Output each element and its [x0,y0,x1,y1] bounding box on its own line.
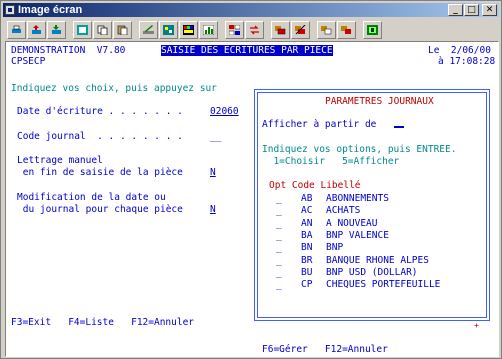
date-field[interactable]: 02060 [210,106,239,117]
emulator-window: Image écran _ □ ✕ DEMONSTRATION V7.80 CP… [0,0,502,359]
settings-icon[interactable] [337,21,356,39]
session-icon[interactable] [317,21,336,39]
date-label: Date d'écriture . . . . . . . [17,106,183,117]
row-code: AB [301,193,313,204]
row-label: ACHATS [326,205,361,217]
title-bar: Image écran _ □ ✕ [3,3,499,17]
row-code: BA [301,229,313,241]
row-label: BNP [326,242,344,254]
row-option-field[interactable]: _ [276,205,282,216]
screen-time: à 17:08:28 [438,56,496,67]
edit-icon[interactable] [139,21,158,39]
modif-field[interactable]: N [210,204,216,215]
minimize-button[interactable]: _ [448,4,463,16]
row-code: BU [301,266,313,278]
popup-footer: F6=Gérer F12=Annuler [262,344,388,355]
more-indicator: + [474,321,479,330]
journal-field[interactable]: __ [210,131,221,142]
popup-instruction: Indiquez vos options, puis ENTREE. [262,144,457,155]
show-from-label: Afficher à partir de [262,119,377,130]
screen-title: SAISIE DES ECRITURES PAR PIECE [161,45,333,56]
popup-options: 1=Choisir 5=Afficher [262,156,400,167]
modif-label-2: du journal pour chaque pièce [17,204,183,215]
show-from-field[interactable] [394,119,404,130]
row-option-field[interactable]: _ [276,230,282,241]
print-icon[interactable] [7,21,26,39]
function-keys: F3=Exit F4=Liste F12=Annuler [11,317,195,328]
row-code: CP [301,279,313,291]
row-label: ABONNEMENTS [326,193,389,204]
window-controls: _ □ ✕ [447,4,497,16]
row-option-field[interactable]: _ [276,193,282,204]
paste-icon[interactable] [113,21,132,39]
macro-icon[interactable] [159,21,178,39]
maximize-button[interactable]: □ [464,4,479,16]
row-label: A NOUVEAU [326,217,378,229]
transfer-icon[interactable] [245,21,264,39]
row-option-field[interactable]: _ [276,218,282,229]
row-option-field[interactable]: _ [276,242,282,253]
connect-icon[interactable] [271,21,290,39]
journal-popup: PARAMETRES JOURNAUX Afficher à partir de… [254,89,490,355]
system-name: DEMONSTRATION V7.80 [11,45,126,56]
row-code: AN [301,217,313,229]
row-label: BANQUE RHONE ALPES [326,254,429,266]
row-code: BR [301,254,313,266]
app-icon [5,5,15,15]
display-icon[interactable] [73,21,92,39]
exit-icon[interactable] [363,21,382,39]
popup-title: PARAMETRES JOURNAUX [325,96,434,107]
lettrage-label: Lettrage manuel [17,155,103,166]
send-icon[interactable] [27,21,46,39]
color-icon[interactable] [179,21,198,39]
row-label: BNP USD (DOLLAR) [326,266,418,278]
copy-icon[interactable] [93,21,112,39]
screen-date: Le 2/06/00 [428,45,491,56]
row-code: AC [301,205,313,217]
journal-label: Code journal . . . . . . . . [17,131,183,142]
graph-icon[interactable] [199,21,218,39]
row-label: CHEQUES PORTEFEUILLE [326,279,441,291]
row-code: BN [301,242,313,254]
popup-columns: Opt Code Libellé [269,180,361,191]
toolbar [3,19,499,41]
row-label: BNP VALENCE [326,229,389,241]
modif-label: Modification de la date ou [17,192,166,203]
program-name: CPSECP [11,56,46,67]
lettrage-field[interactable]: N [210,167,216,178]
row-option-field[interactable]: _ [276,267,282,278]
row-option-field[interactable]: _ [276,255,282,266]
window-title: Image écran [18,4,83,16]
keyboard-icon[interactable] [225,21,244,39]
form-instruction: Indiquez vos choix, puis appuyez sur [11,83,217,94]
lettrage-label-2: en fin de saisie de la pièce [17,167,183,178]
close-button[interactable]: ✕ [482,4,497,16]
disconnect-icon[interactable] [291,21,310,39]
terminal-screen[interactable]: DEMONSTRATION V7.80 CPSECP SAISIE DES EC… [5,41,499,357]
receive-icon[interactable] [47,21,66,39]
row-option-field[interactable]: _ [276,279,282,290]
